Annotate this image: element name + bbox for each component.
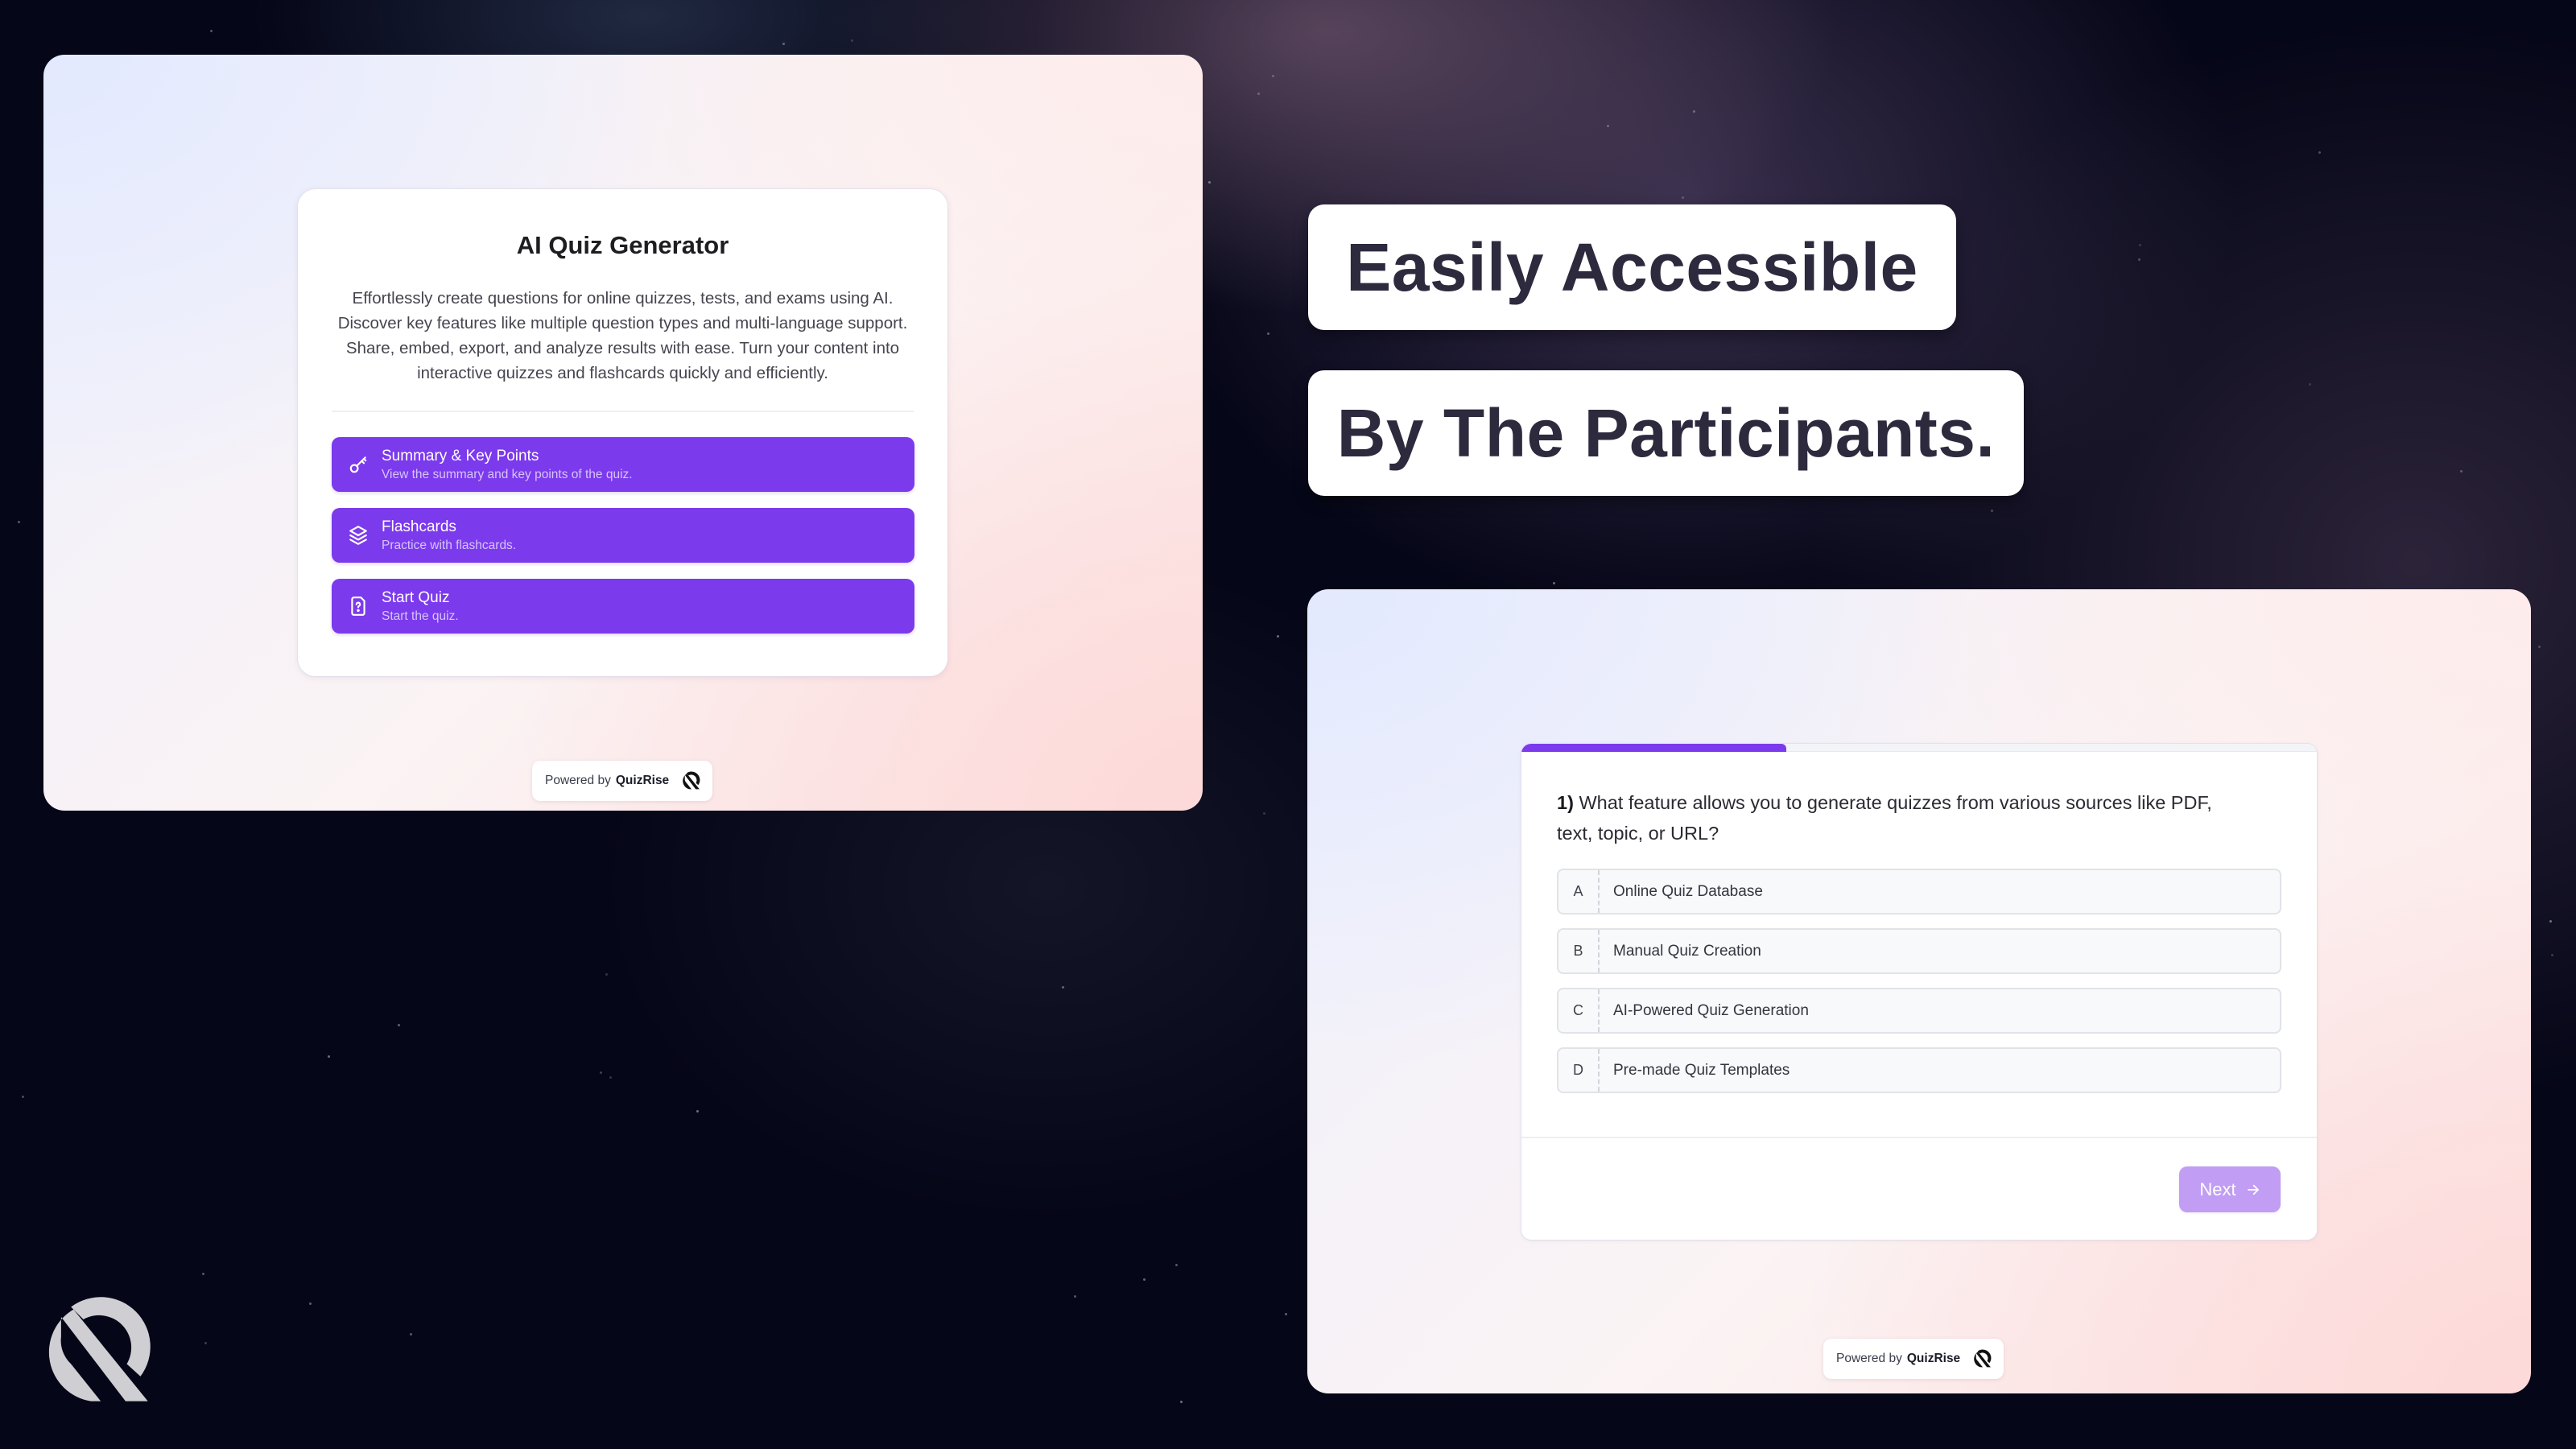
star xyxy=(1062,986,1064,989)
star xyxy=(1267,332,1269,335)
star xyxy=(696,1110,699,1113)
star xyxy=(18,521,20,523)
powered-by-prefix: Powered by xyxy=(1836,1352,1902,1365)
next-button[interactable]: Next xyxy=(2179,1166,2281,1212)
star xyxy=(1263,812,1265,815)
star xyxy=(1272,75,1274,77)
star xyxy=(22,1096,24,1098)
layers-icon xyxy=(349,526,367,545)
star xyxy=(204,1342,207,1344)
option-b[interactable]: B Manual Quiz Creation xyxy=(1557,928,2281,974)
option-letter: C xyxy=(1558,989,1600,1032)
question: 1) What feature allows you to generate q… xyxy=(1557,787,2252,848)
progress-fill xyxy=(1521,744,1786,752)
star xyxy=(1143,1278,1146,1281)
star xyxy=(2549,920,2552,923)
star xyxy=(851,39,853,42)
star xyxy=(782,43,785,45)
star xyxy=(2551,954,2553,956)
divider xyxy=(332,411,914,412)
star xyxy=(1257,93,1260,95)
quizrise-logo-icon xyxy=(683,771,700,790)
star xyxy=(1607,125,1609,127)
quiz-generator-panel: AI Quiz Generator Effortlessly create qu… xyxy=(43,55,1203,811)
option-a[interactable]: A Online Quiz Database xyxy=(1557,869,2281,914)
headline-by-participants: By The Participants. xyxy=(1308,370,2024,496)
star xyxy=(1208,181,1211,184)
arrow-right-icon xyxy=(2247,1184,2259,1195)
star xyxy=(210,30,213,32)
generator-card: AI Quiz Generator Effortlessly create qu… xyxy=(298,189,947,676)
option-letter: D xyxy=(1558,1049,1600,1092)
action-label: Flashcards xyxy=(382,518,456,535)
star xyxy=(2460,470,2462,473)
action-sublabel: View the summary and key points of the q… xyxy=(382,468,633,481)
quiz-card: 1) What feature allows you to generate q… xyxy=(1521,744,2317,1240)
summary-key-points-button[interactable]: Summary & Key Points View the summary an… xyxy=(332,437,914,492)
star xyxy=(1074,1295,1076,1298)
star xyxy=(398,1024,400,1026)
start-quiz-button[interactable]: Start Quiz Start the quiz. xyxy=(332,579,914,634)
star xyxy=(1175,1264,1178,1266)
option-text: Online Quiz Database xyxy=(1613,882,1763,900)
description: Effortlessly create questions for online… xyxy=(337,289,908,382)
action-sublabel: Practice with flashcards. xyxy=(382,539,517,552)
star xyxy=(1285,1313,1287,1315)
action-sublabel: Start the quiz. xyxy=(382,609,459,623)
star xyxy=(2138,258,2140,261)
star xyxy=(2139,244,2141,246)
quizrise-logo-icon xyxy=(1974,1349,1992,1368)
star xyxy=(410,1333,412,1335)
star xyxy=(1682,196,1684,199)
next-label: Next xyxy=(2199,1179,2236,1199)
question-number: 1) xyxy=(1557,792,1574,813)
star xyxy=(328,1055,330,1058)
powered-by-brand: QuizRise xyxy=(615,774,670,787)
progress-bar xyxy=(1521,744,2317,752)
option-letter: B xyxy=(1558,930,1600,972)
option-letter: A xyxy=(1558,870,1600,913)
option-d[interactable]: D Pre-made Quiz Templates xyxy=(1557,1047,2281,1093)
question-text: What feature allows you to generate quiz… xyxy=(1557,792,2212,844)
page-title: AI Quiz Generator xyxy=(516,231,729,259)
star xyxy=(202,1273,204,1275)
quizrise-logo-icon xyxy=(48,1297,151,1402)
powered-by-brand: QuizRise xyxy=(1906,1352,1961,1365)
option-c[interactable]: C AI-Powered Quiz Generation xyxy=(1557,988,2281,1034)
quiz-panel: 1) What feature allows you to generate q… xyxy=(1307,589,2531,1393)
powered-by-badge[interactable]: Powered by QuizRise xyxy=(532,761,713,801)
star xyxy=(309,1302,312,1305)
star xyxy=(2309,383,2311,386)
key-icon xyxy=(349,456,367,473)
star xyxy=(2318,151,2321,154)
file-question-icon xyxy=(351,597,365,616)
star xyxy=(1553,582,1555,584)
flashcards-button[interactable]: Flashcards Practice with flashcards. xyxy=(332,508,914,563)
option-text: Pre-made Quiz Templates xyxy=(1613,1061,1790,1079)
headline-easily-accessible: Easily Accessible xyxy=(1308,204,1956,330)
star xyxy=(609,1076,612,1079)
divider xyxy=(1521,1137,2317,1138)
action-label: Start Quiz xyxy=(382,589,450,606)
star xyxy=(1693,110,1695,113)
star xyxy=(1180,1401,1183,1403)
star xyxy=(1277,635,1279,638)
star xyxy=(1991,510,1993,512)
star xyxy=(605,973,608,976)
star xyxy=(600,1071,602,1074)
powered-by-badge[interactable]: Powered by QuizRise xyxy=(1823,1339,2004,1379)
action-label: Summary & Key Points xyxy=(382,448,539,464)
powered-by-prefix: Powered by xyxy=(545,774,611,787)
star xyxy=(2538,646,2541,648)
option-text: AI-Powered Quiz Generation xyxy=(1613,1001,1809,1019)
option-text: Manual Quiz Creation xyxy=(1613,942,1761,960)
